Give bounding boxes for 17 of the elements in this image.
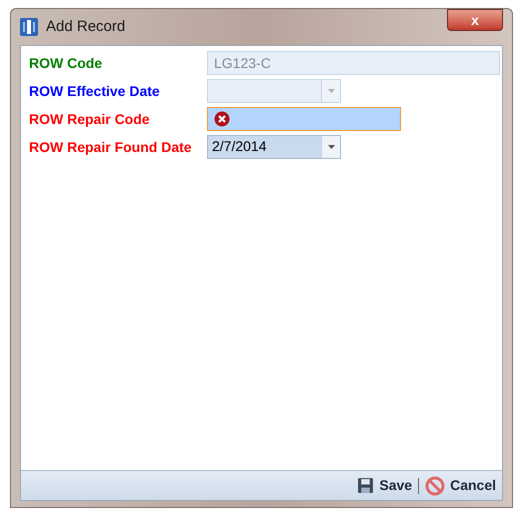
field-label: ROW Effective Date bbox=[29, 82, 161, 100]
close-button[interactable]: x bbox=[447, 9, 503, 31]
error-icon bbox=[214, 111, 230, 127]
field-label: ROW Repair Found Date bbox=[29, 138, 193, 157]
field-value: 2/7/2014 bbox=[212, 138, 266, 154]
cancel-button[interactable]: Cancel bbox=[425, 475, 496, 496]
caret-icon bbox=[328, 89, 334, 93]
date-dropdown[interactable]: 2/7/2014 bbox=[207, 135, 341, 159]
caret-icon bbox=[328, 145, 334, 149]
app-icon bbox=[20, 18, 38, 36]
field-label: ROW Repair Code bbox=[29, 110, 151, 129]
window-title: Add Record bbox=[46, 16, 126, 37]
field-label: ROW Code bbox=[29, 54, 104, 72]
save-button[interactable]: Save bbox=[357, 475, 412, 496]
text-field[interactable] bbox=[207, 107, 401, 131]
cancel-icon bbox=[425, 476, 446, 496]
field-value: LG123-C bbox=[214, 54, 271, 72]
